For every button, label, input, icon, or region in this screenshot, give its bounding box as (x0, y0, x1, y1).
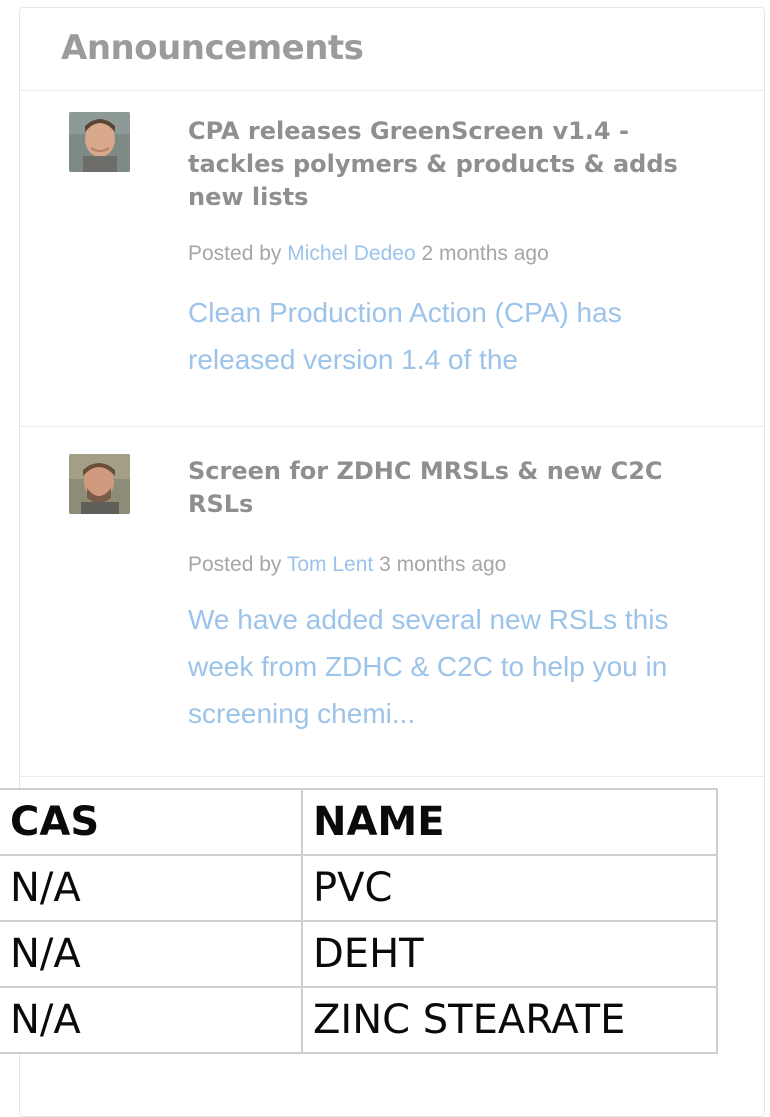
author-avatar[interactable] (69, 454, 130, 514)
column-header-cas: CAS (0, 788, 303, 856)
name-cell: PVC (301, 854, 718, 922)
post-title[interactable]: CPA releases GreenScreen v1.4 - tackles … (188, 115, 728, 214)
name-cell: ZINC STEARATE (301, 986, 718, 1054)
announcement-item: CPA releases GreenScreen v1.4 - tackles … (20, 91, 764, 427)
post-meta: Posted by Tom Lent 3 months ago (188, 553, 506, 577)
cas-cell: N/A (0, 854, 303, 922)
table-header-row: CAS NAME (0, 788, 718, 856)
post-meta: Posted by Michel Dedeo 2 months ago (188, 242, 549, 266)
panel-header: Announcements (20, 8, 764, 91)
cas-cell: N/A (0, 986, 303, 1054)
table-row: N/A ZINC STEARATE (0, 986, 718, 1054)
post-time: 2 months ago (421, 242, 549, 265)
column-header-name: NAME (301, 788, 718, 856)
table-row: N/A PVC (0, 854, 718, 922)
posted-by-label: Posted by (188, 553, 282, 576)
announcement-item: Screen for ZDHC MRSLs & new C2C RSLs Pos… (20, 427, 764, 777)
cas-cell: N/A (0, 920, 303, 988)
post-excerpt-link[interactable]: We have added several new RSLs this week… (188, 596, 728, 737)
panel-title: Announcements (61, 28, 364, 68)
post-excerpt-link[interactable]: Clean Production Action (CPA) has releas… (188, 289, 728, 383)
author-link[interactable]: Tom Lent (287, 553, 373, 576)
post-time: 3 months ago (379, 553, 507, 576)
table-row: N/A DEHT (0, 920, 718, 988)
cas-name-table: CAS NAME N/A PVC N/A DEHT N/A ZINC STEAR… (0, 788, 718, 1054)
posted-by-label: Posted by (188, 242, 282, 265)
author-avatar[interactable] (69, 112, 130, 172)
post-title[interactable]: Screen for ZDHC MRSLs & new C2C RSLs (188, 455, 728, 521)
name-cell: DEHT (301, 920, 718, 988)
author-link[interactable]: Michel Dedeo (287, 242, 415, 265)
